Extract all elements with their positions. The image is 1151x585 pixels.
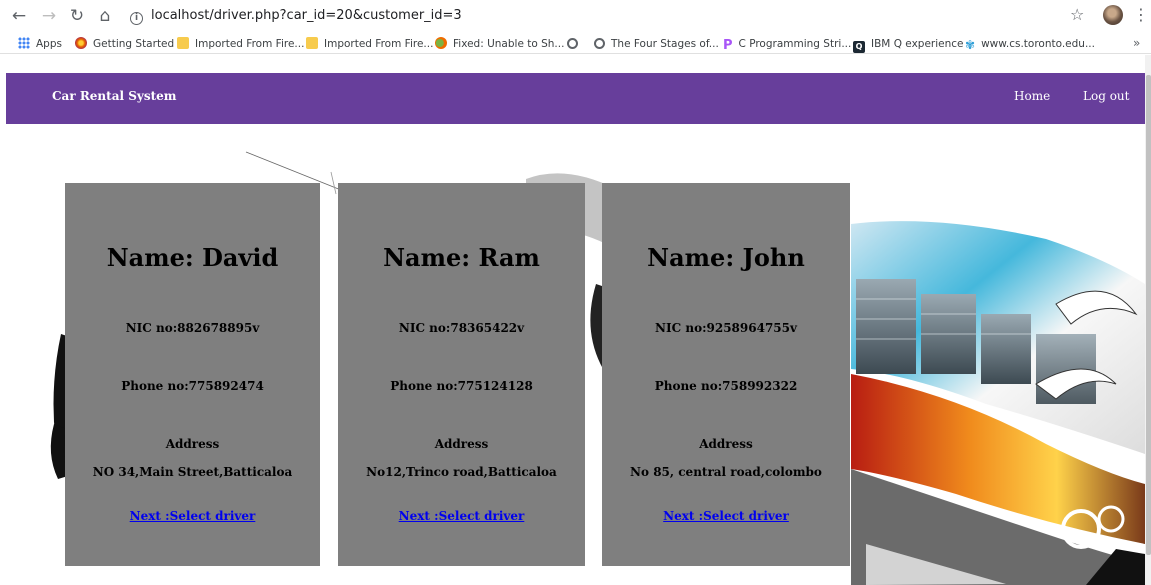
ibm-q-icon: Q [853,41,865,53]
driver-phone: Phone no:775124128 [390,379,533,393]
page-scrollbar[interactable] [1145,55,1151,585]
globe-icon [594,38,605,49]
bookmark-toronto[interactable]: ✾ www.cs.toronto.edu... [965,36,1095,52]
bookmark-apps[interactable]: Apps [18,36,62,52]
brand-title[interactable]: Car Rental System [52,89,176,103]
select-driver-link[interactable]: Next :Select driver [65,509,320,523]
address-heading: Address [434,437,489,451]
driver-name: Name: David [106,243,279,272]
firefox-icon [75,37,87,49]
forward-arrow-icon[interactable]: → [38,5,60,27]
back-arrow-icon[interactable]: ← [8,5,30,27]
scrollbar-thumb[interactable] [1146,75,1151,555]
driver-nic: NIC no:9258964755v [655,321,797,335]
menu-kebab-icon[interactable]: ⋮ [1133,5,1149,24]
apps-grid-icon [18,37,30,49]
address-bar[interactable]: i localhost/driver.php?car_id=20&customer… [130,6,462,26]
site-navbar: Car Rental System Home Log out [6,73,1145,124]
profile-avatar[interactable] [1103,5,1123,25]
url-text: localhost/driver.php?car_id=20&customer_… [151,8,462,23]
select-driver-link[interactable]: Next :Select driver [338,509,585,523]
driver-card: Name: David NIC no:882678895v Phone no:7… [65,183,320,566]
driver-address: No12,Trinco road,Batticaloa [366,465,557,479]
bookmark-c-programming[interactable]: PC Programming Stri... [723,36,851,53]
bookmarks-bar: Apps Getting Started Imported From Fire.… [0,32,1151,54]
more-bookmarks-icon[interactable]: » [1133,36,1140,50]
driver-name: Name: Ram [383,243,540,272]
driver-phone: Phone no:775892474 [121,379,264,393]
bookmark-ibm-q[interactable]: Q IBM Q experience [853,36,964,53]
select-driver-link[interactable]: Next :Select driver [602,509,850,523]
bookmark-star-icon[interactable]: ☆ [1070,5,1084,24]
bookmark-imported-2[interactable]: Imported From Fire... [306,36,433,52]
driver-card: Name: Ram NIC no:78365422v Phone no:7751… [338,183,585,566]
info-icon[interactable]: i [130,12,143,25]
folder-icon [306,37,318,49]
bookmark-fixed[interactable]: Fixed: Unable to Sh... [435,36,564,52]
driver-name: Name: John [647,243,805,272]
driver-nic: NIC no:882678895v [125,321,260,335]
bookmark-getting-started[interactable]: Getting Started [75,36,174,52]
nav-home-link[interactable]: Home [1014,89,1050,103]
bookmark-four-stages[interactable]: The Four Stages of... [594,36,719,52]
bookmark-imported-1[interactable]: Imported From Fire... [177,36,304,52]
toronto-icon: ✾ [965,38,976,52]
home-icon[interactable]: ⌂ [94,5,116,27]
site-icon [435,37,447,49]
address-heading: Address [165,437,220,451]
browser-toolbar: ← → ↻ ⌂ i localhost/driver.php?car_id=20&… [0,0,1151,32]
globe-icon [567,38,578,49]
driver-card: Name: John NIC no:9258964755v Phone no:7… [602,183,850,566]
c-logo-icon: P [723,38,733,53]
page-viewport: Car Rental System Home Log out Name: Dav… [6,55,1151,585]
bookmark-globe[interactable] [567,36,584,52]
folder-icon [177,37,189,49]
driver-address: NO 34,Main Street,Batticaloa [92,465,293,479]
driver-phone: Phone no:758992322 [654,379,798,393]
driver-nic: NIC no:78365422v [398,321,525,335]
driver-address: No 85, central road,colombo [630,465,822,479]
address-heading: Address [699,437,753,451]
reload-icon[interactable]: ↻ [66,5,88,27]
nav-logout-link[interactable]: Log out [1083,89,1129,103]
